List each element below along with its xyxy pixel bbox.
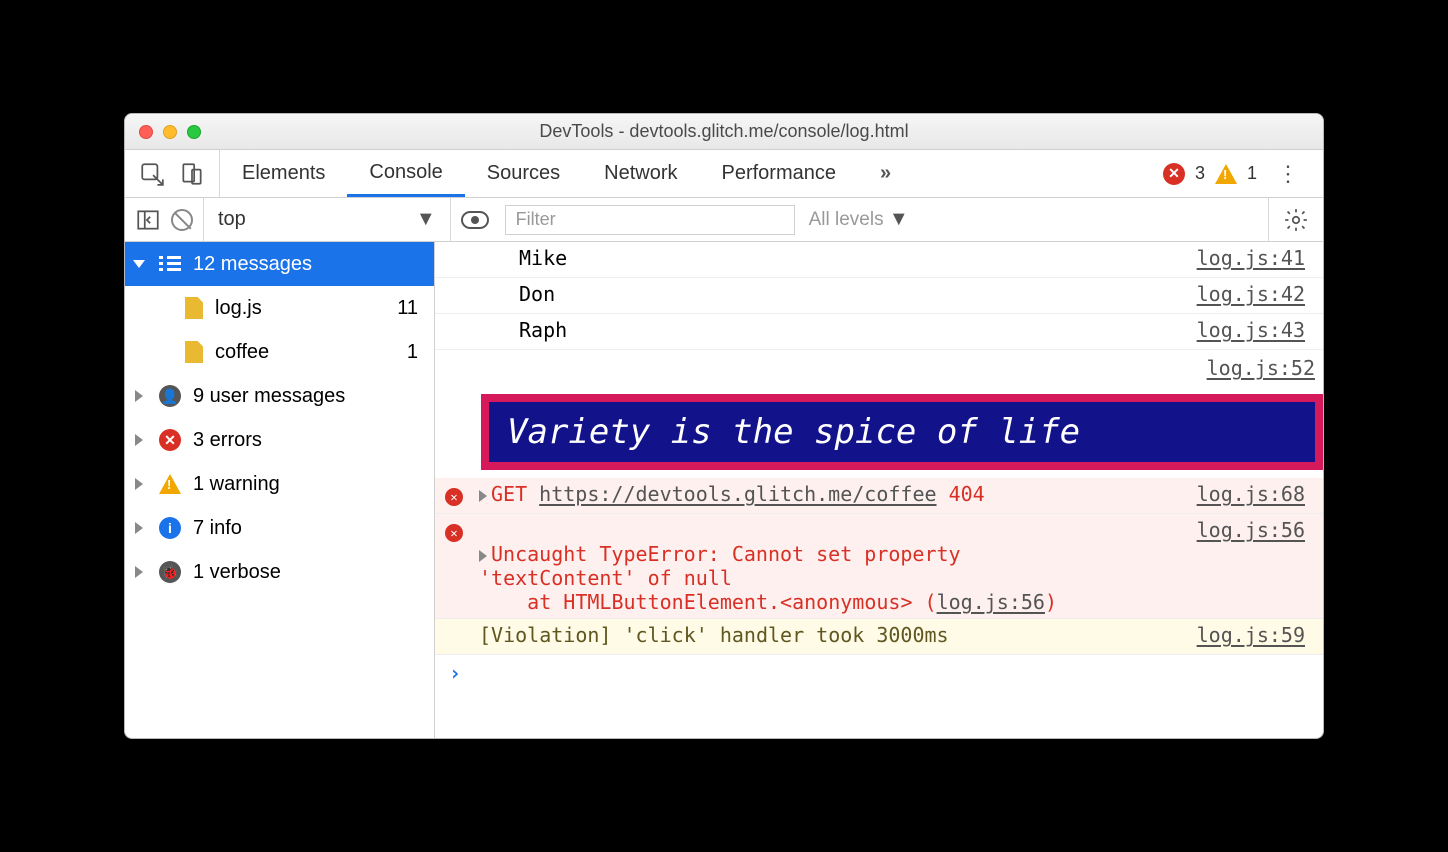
tab-network[interactable]: Network bbox=[582, 150, 699, 197]
log-source-link[interactable]: log.js:41 bbox=[1197, 246, 1313, 270]
chevron-right-icon bbox=[135, 478, 143, 490]
log-source-link[interactable]: log.js:42 bbox=[1197, 282, 1313, 306]
log-source-link[interactable]: log.js:56 bbox=[1197, 518, 1313, 542]
chevron-right-icon bbox=[135, 522, 143, 534]
log-row-error[interactable]: ✕ GET https://devtools.glitch.me/coffee … bbox=[435, 478, 1323, 514]
titlebar: DevTools - devtools.glitch.me/console/lo… bbox=[125, 114, 1323, 150]
window-title: DevTools - devtools.glitch.me/console/lo… bbox=[125, 121, 1323, 142]
log-row[interactable]: log.js:52 bbox=[435, 350, 1323, 386]
log-source-link[interactable]: log.js:59 bbox=[1197, 623, 1313, 647]
live-expression-icon[interactable] bbox=[461, 211, 489, 229]
sidebar-group-label: 3 errors bbox=[193, 429, 262, 452]
chevron-right-icon[interactable] bbox=[479, 490, 487, 502]
devtools-window: DevTools - devtools.glitch.me/console/lo… bbox=[124, 113, 1324, 739]
sidebar-file-name: log.js bbox=[215, 297, 262, 320]
chevron-down-icon bbox=[133, 260, 145, 268]
stack-frame: at HTMLButtonElement.<anonymous> ( bbox=[479, 590, 937, 614]
panel-tabs: Elements Console Sources Network Perform… bbox=[220, 150, 913, 197]
warning-icon bbox=[159, 474, 181, 494]
chevron-right-icon bbox=[135, 566, 143, 578]
request-method: GET bbox=[491, 482, 527, 506]
filter-input[interactable] bbox=[505, 205, 795, 235]
sidebar-file-count: 1 bbox=[407, 341, 424, 364]
tab-elements[interactable]: Elements bbox=[220, 150, 347, 197]
sidebar-group-user[interactable]: 👤 9 user messages bbox=[125, 374, 434, 418]
sidebar-file-item[interactable]: coffee 1 bbox=[125, 330, 434, 374]
log-source-link[interactable]: log.js:52 bbox=[1207, 350, 1323, 380]
devtools-tabs-bar: Elements Console Sources Network Perform… bbox=[125, 150, 1323, 198]
info-icon: i bbox=[159, 517, 181, 539]
console-toolbar: top ▼ All levels ▼ bbox=[125, 198, 1323, 242]
console-log-area: Mike log.js:41 Don log.js:42 Raph log.js… bbox=[435, 242, 1323, 738]
sidebar-file-name: coffee bbox=[215, 341, 269, 364]
chevron-down-icon: ▼ bbox=[889, 208, 909, 230]
request-url[interactable]: https://devtools.glitch.me/coffee bbox=[539, 482, 936, 506]
log-source-link[interactable]: log.js:68 bbox=[1197, 482, 1313, 506]
exception-text: 'textContent' of null bbox=[479, 566, 732, 590]
bug-icon: 🐞 bbox=[159, 561, 181, 583]
file-icon bbox=[185, 341, 203, 363]
error-icon: ✕ bbox=[445, 488, 463, 506]
file-icon bbox=[185, 297, 203, 319]
sidebar-file-count: 11 bbox=[397, 297, 424, 320]
log-row-error[interactable]: ✕ Uncaught TypeError: Cannot set propert… bbox=[435, 514, 1323, 619]
status-code: 404 bbox=[949, 482, 985, 506]
console-settings-icon[interactable] bbox=[1268, 198, 1323, 241]
chevron-down-icon: ▼ bbox=[416, 208, 436, 231]
console-prompt[interactable]: › bbox=[435, 655, 1323, 691]
toggle-sidebar-icon[interactable] bbox=[135, 207, 161, 233]
log-source-link[interactable]: log.js:43 bbox=[1197, 318, 1313, 342]
error-count-icon[interactable]: ✕ bbox=[1163, 163, 1185, 185]
user-icon: 👤 bbox=[159, 385, 181, 407]
inspect-element-icon[interactable] bbox=[139, 161, 165, 187]
stack-source-link[interactable]: log.js:56 bbox=[937, 590, 1045, 614]
styled-log-message: Variety is the spice of life bbox=[481, 394, 1323, 470]
log-level-selector[interactable]: All levels ▼ bbox=[795, 208, 923, 231]
log-text: Mike bbox=[515, 246, 1197, 270]
chevron-right-icon[interactable] bbox=[479, 550, 487, 562]
tab-console[interactable]: Console bbox=[347, 150, 464, 197]
chevron-right-icon bbox=[135, 390, 143, 402]
tab-performance[interactable]: Performance bbox=[700, 150, 859, 197]
sidebar-group-label: 1 verbose bbox=[193, 561, 281, 584]
log-text: Raph bbox=[515, 318, 1197, 342]
more-tabs-button[interactable]: » bbox=[858, 150, 913, 197]
log-row[interactable]: Mike log.js:41 bbox=[435, 242, 1323, 278]
log-row[interactable]: Don log.js:42 bbox=[435, 278, 1323, 314]
sidebar-group-label: 1 warning bbox=[193, 473, 280, 496]
device-toolbar-icon[interactable] bbox=[179, 161, 205, 187]
clear-console-icon[interactable] bbox=[171, 209, 193, 231]
kebab-menu-button[interactable]: ⋮ bbox=[1267, 161, 1309, 187]
sidebar-messages-header[interactable]: 12 messages bbox=[125, 242, 434, 286]
stack-frame: ) bbox=[1045, 590, 1057, 614]
sidebar-group-verbose[interactable]: 🐞 1 verbose bbox=[125, 550, 434, 594]
sidebar-group-label: 7 info bbox=[193, 517, 242, 540]
chevron-right-icon bbox=[135, 434, 143, 446]
sidebar-group-warnings[interactable]: 1 warning bbox=[125, 462, 434, 506]
sidebar-file-item[interactable]: log.js 11 bbox=[125, 286, 434, 330]
warning-count-icon[interactable] bbox=[1215, 164, 1237, 184]
error-icon: ✕ bbox=[159, 429, 181, 451]
sidebar-group-info[interactable]: i 7 info bbox=[125, 506, 434, 550]
tab-sources[interactable]: Sources bbox=[465, 150, 582, 197]
error-icon: ✕ bbox=[445, 524, 463, 542]
error-count: 3 bbox=[1195, 163, 1205, 184]
violation-text: [Violation] 'click' handler took 3000ms bbox=[475, 623, 1197, 647]
log-text: Don bbox=[515, 282, 1197, 306]
context-selector[interactable]: top ▼ bbox=[204, 198, 450, 241]
console-sidebar: 12 messages log.js 11 coffee 1 👤 9 user … bbox=[125, 242, 435, 738]
sidebar-header-label: 12 messages bbox=[193, 253, 312, 276]
sidebar-group-errors[interactable]: ✕ 3 errors bbox=[125, 418, 434, 462]
exception-text: Uncaught TypeError: Cannot set property bbox=[491, 542, 961, 566]
context-value: top bbox=[218, 208, 246, 231]
sidebar-group-label: 9 user messages bbox=[193, 385, 345, 408]
warning-count: 1 bbox=[1247, 163, 1257, 184]
log-row[interactable]: Raph log.js:43 bbox=[435, 314, 1323, 350]
list-icon bbox=[159, 256, 181, 272]
log-row-violation[interactable]: [Violation] 'click' handler took 3000ms … bbox=[435, 619, 1323, 655]
